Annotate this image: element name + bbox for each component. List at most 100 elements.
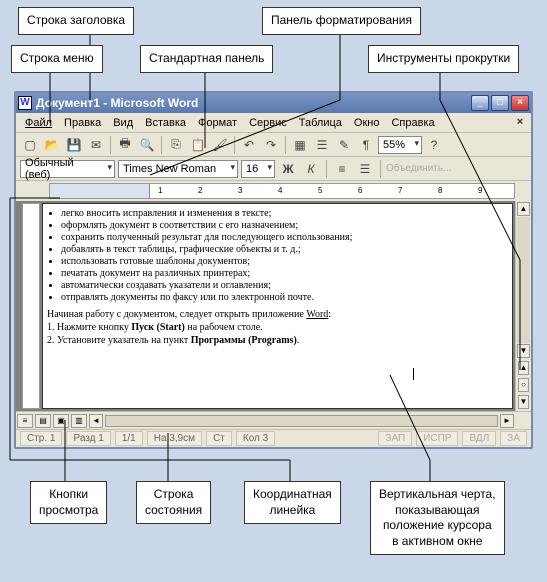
callout-scroll-tools: Инструменты прокрутки bbox=[368, 45, 519, 73]
doc-close-button[interactable]: × bbox=[513, 116, 527, 130]
callout-status-row: Строка состояния bbox=[136, 481, 211, 524]
style-select[interactable]: Обычный (веб) bbox=[20, 160, 115, 178]
view-print-button[interactable]: ▣ bbox=[53, 414, 69, 428]
menu-tools[interactable]: Сервис bbox=[244, 115, 292, 131]
format-painter-icon[interactable]: 🖌 bbox=[210, 135, 230, 155]
maximize-button[interactable]: □ bbox=[491, 95, 509, 111]
status-rec: ЗАП bbox=[378, 431, 412, 446]
word-app-icon: W bbox=[18, 96, 32, 110]
status-section: Разд 1 bbox=[66, 431, 110, 446]
new-doc-icon[interactable]: ▢ bbox=[20, 135, 40, 155]
insert-table-icon[interactable]: ▦ bbox=[290, 135, 310, 155]
status-at: На 3,9см bbox=[147, 431, 202, 446]
word-window: W Документ1 - Microsoft Word _ □ × Файл … bbox=[14, 91, 533, 449]
merge-label: Объединить... bbox=[386, 163, 451, 174]
columns-icon[interactable]: ☰ bbox=[312, 135, 332, 155]
scroll-up-icon[interactable]: ▲ bbox=[517, 202, 530, 216]
view-normal-button[interactable]: ≡ bbox=[17, 414, 33, 428]
callout-view-buttons: Кнопки просмотра bbox=[30, 481, 107, 524]
list-item: отправлять документы по факсу или по эле… bbox=[61, 292, 504, 303]
formatting-toolbar: Обычный (веб) Times New Roman 16 Ж К ≡ ☰… bbox=[16, 157, 531, 181]
zoom-select[interactable]: 55% bbox=[378, 136, 422, 154]
menu-view[interactable]: Вид bbox=[108, 115, 138, 131]
menu-bar: Файл Правка Вид Вставка Формат Сервис Та… bbox=[16, 113, 531, 133]
list-item: легко вносить исправления и изменения в … bbox=[61, 208, 504, 219]
view-web-button[interactable]: ▤ bbox=[35, 414, 51, 428]
status-trk: ИСПР bbox=[416, 431, 458, 446]
scroll-track[interactable] bbox=[517, 217, 530, 343]
menu-help[interactable]: Справка bbox=[386, 115, 439, 131]
print-icon[interactable]: 🖶 bbox=[115, 135, 135, 155]
text-cursor bbox=[413, 368, 414, 380]
separator bbox=[285, 136, 286, 154]
document-page[interactable]: легко вносить исправления и изменения в … bbox=[42, 203, 513, 409]
callout-menu-row: Строка меню bbox=[11, 45, 103, 73]
horizontal-ruler[interactable]: 1 2 3 4 5 6 7 8 9 bbox=[49, 183, 515, 199]
menu-table[interactable]: Таблица bbox=[294, 115, 347, 131]
undo-icon[interactable]: ↶ bbox=[239, 135, 259, 155]
map-icon[interactable]: ¶ bbox=[356, 135, 376, 155]
drawing-icon[interactable]: ✎ bbox=[334, 135, 354, 155]
font-select[interactable]: Times New Roman bbox=[118, 160, 238, 178]
size-select[interactable]: 16 bbox=[241, 160, 275, 178]
callout-coord-ruler: Координатная линейка bbox=[244, 481, 341, 524]
callout-format-panel: Панель форматирования bbox=[262, 7, 421, 35]
status-ext: ВДЛ bbox=[462, 431, 496, 446]
standard-toolbar: ▢ 📂 💾 ✉ 🖶 🔍 ⎘ 📋 🖌 ↶ ↷ ▦ ☰ ✎ ¶ 55% ? bbox=[16, 133, 531, 157]
italic-button[interactable]: К bbox=[301, 159, 321, 179]
para-step1: 1. Нажмите кнопку Пуск (Start) на рабоче… bbox=[47, 322, 504, 333]
title-bar[interactable]: W Документ1 - Microsoft Word _ □ × bbox=[16, 93, 531, 113]
separator bbox=[326, 160, 327, 178]
list-item: сохранить полученный результат для после… bbox=[61, 232, 504, 243]
save-icon[interactable]: 💾 bbox=[64, 135, 84, 155]
scroll-left-icon[interactable]: ◄ bbox=[89, 414, 103, 428]
copy-icon[interactable]: ⎘ bbox=[166, 135, 186, 155]
close-button[interactable]: × bbox=[511, 95, 529, 111]
status-page: Стр. 1 bbox=[20, 431, 62, 446]
bullet-list: легко вносить исправления и изменения в … bbox=[61, 208, 504, 303]
menu-format[interactable]: Формат bbox=[193, 115, 242, 131]
next-page-icon[interactable]: ▼ bbox=[518, 395, 529, 409]
separator bbox=[161, 136, 162, 154]
bold-button[interactable]: Ж bbox=[278, 159, 298, 179]
help-icon[interactable]: ? bbox=[424, 135, 444, 155]
bullets-icon[interactable]: ☰ bbox=[355, 159, 375, 179]
callout-standard-panel: Стандартная панель bbox=[140, 45, 273, 73]
preview-icon[interactable]: 🔍 bbox=[137, 135, 157, 155]
browse-object-icon[interactable]: ○ bbox=[518, 378, 529, 392]
menu-insert[interactable]: Вставка bbox=[140, 115, 191, 131]
font-value: Times New Roman bbox=[123, 163, 216, 175]
scroll-right-icon[interactable]: ► bbox=[500, 414, 514, 428]
hscroll-track[interactable] bbox=[105, 415, 498, 427]
para-intro: Начиная работу с документом, следует отк… bbox=[47, 309, 504, 320]
scroll-down-icon[interactable]: ▼ bbox=[517, 344, 530, 358]
vertical-scrollbar[interactable]: ▲ ▼ ▲ ○ ▼ bbox=[515, 201, 531, 411]
separator bbox=[380, 160, 381, 178]
callout-cursor-line: Вертикальная черта, показывающая положен… bbox=[370, 481, 505, 555]
open-icon[interactable]: 📂 bbox=[42, 135, 62, 155]
status-bar: Стр. 1 Разд 1 1/1 На 3,9см Ст Кол 3 ЗАП … bbox=[16, 429, 531, 447]
menu-file[interactable]: Файл bbox=[20, 115, 57, 131]
document-area: легко вносить исправления и изменения в … bbox=[16, 201, 531, 411]
mail-icon[interactable]: ✉ bbox=[86, 135, 106, 155]
status-pages: 1/1 bbox=[115, 431, 143, 446]
paste-icon[interactable]: 📋 bbox=[188, 135, 208, 155]
ruler-row: 1 2 3 4 5 6 7 8 9 bbox=[16, 181, 531, 201]
minimize-button[interactable]: _ bbox=[471, 95, 489, 111]
list-item: печатать документ на различных принтерах… bbox=[61, 268, 504, 279]
para-step2: 2. Установите указатель на пункт Програм… bbox=[47, 335, 504, 346]
list-item: автоматически создавать указатели и огла… bbox=[61, 280, 504, 291]
title-text: Документ1 - Microsoft Word bbox=[36, 96, 198, 110]
size-value: 16 bbox=[246, 163, 258, 175]
list-item: использовать готовые шаблоны документов; bbox=[61, 256, 504, 267]
prev-page-icon[interactable]: ▲ bbox=[518, 361, 529, 375]
status-col: Кол 3 bbox=[236, 431, 275, 446]
callout-title-row: Строка заголовка bbox=[18, 7, 134, 35]
vertical-ruler[interactable] bbox=[22, 203, 40, 409]
redo-icon[interactable]: ↷ bbox=[261, 135, 281, 155]
view-outline-button[interactable]: ▥ bbox=[71, 414, 87, 428]
menu-edit[interactable]: Правка bbox=[59, 115, 106, 131]
list-item: добавлять в текст таблицы, графические о… bbox=[61, 244, 504, 255]
align-left-icon[interactable]: ≡ bbox=[332, 159, 352, 179]
menu-window[interactable]: Окно bbox=[349, 115, 385, 131]
